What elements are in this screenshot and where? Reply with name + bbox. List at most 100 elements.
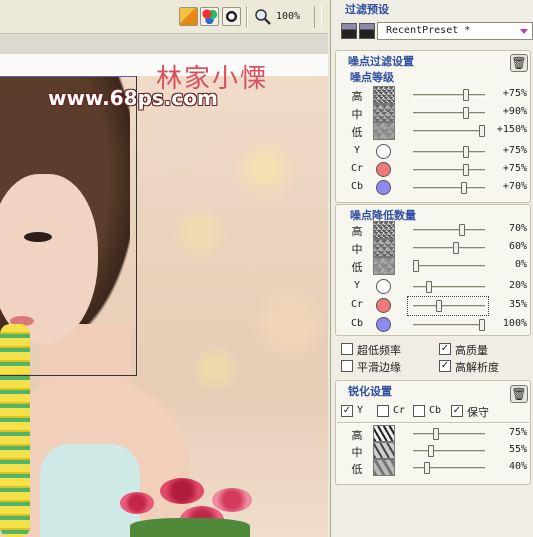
zoom-icon[interactable] [254,8,272,26]
slider-row: 中 60% [339,239,529,257]
flowers [120,474,260,537]
slider-thumb[interactable] [479,125,485,137]
slider[interactable] [413,125,485,137]
slider-row: 低 40% [339,459,529,477]
color-swatch-icon [376,144,391,159]
save-preset-icon[interactable] [341,23,357,39]
slider-thumb[interactable] [479,319,485,331]
row-value: +75% [502,145,527,156]
color-channels-icon[interactable] [200,7,219,26]
preset-row: RecentPreset * [337,22,533,42]
trash-icon[interactable]: 🗑 [510,385,528,403]
checkbox-sharpen-preserve[interactable]: ✓ [451,405,463,417]
slider[interactable] [413,462,485,474]
slider[interactable] [413,146,485,158]
row-label: Cr [350,299,364,310]
contrast-icon[interactable] [222,7,241,26]
trash-icon[interactable]: 🗑 [510,54,528,72]
checkbox-sharpen-y[interactable]: ✓ [341,405,353,417]
slider-row: 高 +75% [339,86,529,104]
slider[interactable] [413,224,485,236]
row-value: 75% [508,427,527,438]
row-label: 高 [351,429,363,442]
row-value: 40% [508,461,527,472]
chevron-down-icon[interactable] [520,29,528,34]
slider-thumb[interactable] [463,89,469,101]
row-value: +75% [502,88,527,99]
slider-thumb[interactable] [461,182,467,194]
row-value: 0% [514,259,527,270]
noise-level-title: 噪点等级 [350,71,394,84]
slider[interactable] [413,319,485,331]
slider[interactable] [413,242,485,254]
slider-thumb[interactable] [459,224,465,236]
layers-icon[interactable] [179,7,198,26]
noise-pattern-icon [373,122,395,140]
row-label: 低 [351,463,363,476]
slider-track[interactable] [413,324,485,327]
slider-thumb[interactable] [424,462,430,474]
noise-pattern-icon [373,86,395,104]
slider-thumb[interactable] [453,242,459,254]
slider-track[interactable] [413,94,485,97]
photo-preview [0,54,328,537]
checkbox-ultra-low-freq[interactable] [341,343,353,355]
slider[interactable] [413,281,485,293]
checkbox-high-quality[interactable]: ✓ [439,343,451,355]
color-swatch-icon [376,298,391,313]
checkbox-smooth-edges[interactable] [341,360,353,372]
checkbox-sharpen-cr[interactable] [377,405,389,417]
checkbox-sharpen-cb[interactable] [413,405,425,417]
slider-track[interactable] [413,151,485,154]
slider[interactable] [413,428,485,440]
row-value: 55% [508,444,527,455]
color-swatch-icon [376,279,391,294]
slider-thumb[interactable] [426,281,432,293]
row-label: 低 [351,126,363,139]
selection-right-edge[interactable] [136,76,137,376]
slider-track[interactable] [413,265,485,268]
slider-thumb[interactable] [463,107,469,119]
image-toolbar: 100% [0,0,328,34]
noise-pattern-icon [373,239,395,257]
slider[interactable] [413,89,485,101]
slider-thumb[interactable] [433,428,439,440]
selection-bottom-edge[interactable] [0,375,137,376]
slider-thumb[interactable] [428,445,434,457]
slider-row: 高 70% [339,221,529,239]
slider-track[interactable] [413,229,485,232]
selection-top-edge[interactable] [0,76,137,77]
slider-track[interactable] [413,433,485,436]
slider-track[interactable] [413,130,485,133]
slider[interactable] [413,107,485,119]
image-canvas[interactable]: 100% 林家小慄 www.68ps.com [0,0,328,537]
slider-track[interactable] [413,112,485,115]
slider[interactable] [413,445,485,457]
slider-row: Cb 100% [339,316,529,334]
slider[interactable] [413,164,485,176]
zoom-level[interactable]: 100% [276,11,300,22]
slider-track[interactable] [413,247,485,250]
slider-track[interactable] [413,187,485,190]
noise-filter-panel: 过滤预设 RecentPreset * 噪点过滤设置 🗑 噪点等级 高 +75% 中… [330,0,533,537]
row-label: Cr [350,163,364,174]
eye [24,232,52,242]
save-as-preset-icon[interactable] [359,23,375,39]
row-value: 70% [508,223,527,234]
slider-thumb[interactable] [413,260,419,272]
slider-thumb[interactable] [463,164,469,176]
color-swatch-icon [376,180,391,195]
slider-track[interactable] [413,450,485,453]
slider-thumb[interactable] [463,146,469,158]
slider-row: Y 20% [339,278,529,296]
slider-row: 中 55% [339,442,529,460]
filter-preset-title: 过滤预设 [345,3,389,16]
slider[interactable] [413,260,485,272]
noise-pattern-icon [373,104,395,122]
slider-track[interactable] [413,286,485,289]
preset-select[interactable]: RecentPreset * [377,22,533,40]
slider-track[interactable] [413,169,485,172]
checkbox-high-resolution[interactable]: ✓ [439,360,451,372]
slider[interactable] [413,182,485,194]
color-swatch-icon [376,317,391,332]
